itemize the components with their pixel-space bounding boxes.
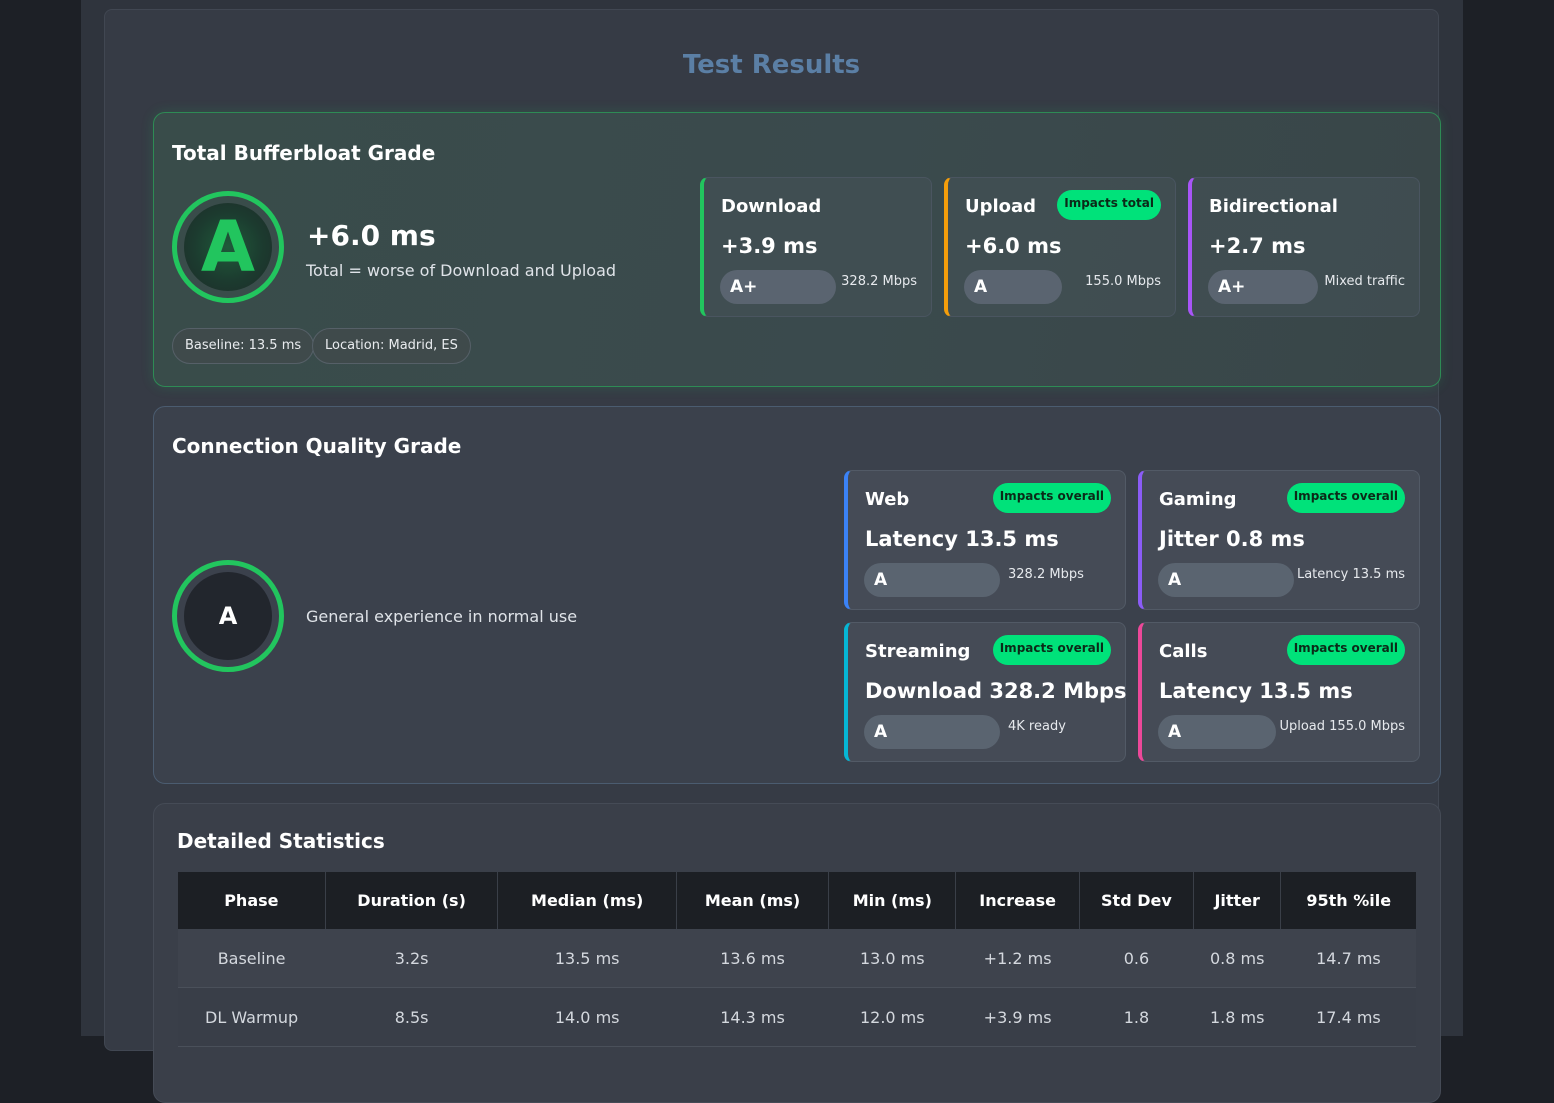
download-grade: A+ [720, 270, 836, 304]
bufferbloat-value: +6.0 ms [307, 219, 436, 252]
calls-note: Upload 155.0 Mbps [1279, 719, 1405, 734]
streaming-value: Download 328.2 Mbps [865, 679, 1127, 703]
bidirectional-card: Bidirectional +2.7 ms A+ Mixed traffic [1188, 177, 1420, 317]
gaming-card: Gaming Impacts overall Jitter 0.8 ms A L… [1138, 470, 1420, 610]
calls-value: Latency 13.5 ms [1159, 679, 1353, 703]
gaming-note: Latency 13.5 ms [1296, 567, 1405, 582]
bufferbloat-grade-ring: A [172, 191, 284, 303]
bidirectional-title: Bidirectional [1209, 196, 1338, 217]
upload-note: 155.0 Mbps [1085, 274, 1161, 289]
web-grade: A [864, 563, 1000, 597]
table-cell: 14.0 ms [497, 987, 677, 1047]
bidirectional-note: Mixed traffic [1324, 274, 1405, 289]
download-note: 328.2 Mbps [841, 274, 917, 289]
connection-quality-card: Connection Quality Grade A General exper… [153, 406, 1441, 784]
col-min: Min (ms) [828, 872, 957, 929]
col-jitter: Jitter [1193, 872, 1282, 929]
connection-grade-ring: A [172, 560, 284, 672]
calls-card: Calls Impacts overall Latency 13.5 ms A … [1138, 622, 1420, 762]
table-cell: 0.8 ms [1193, 929, 1281, 988]
web-title: Web [865, 489, 910, 510]
gaming-title: Gaming [1159, 489, 1237, 510]
table-cell: 13.6 ms [676, 929, 829, 988]
bufferbloat-description: Total = worse of Download and Upload [306, 261, 617, 280]
download-title: Download [721, 196, 822, 217]
connection-grade: A [184, 572, 272, 660]
download-value: +3.9 ms [721, 234, 818, 258]
upload-grade: A [964, 270, 1062, 304]
table-cell: 8.5s [325, 987, 498, 1047]
upload-title: Upload [965, 196, 1037, 217]
connection-description: General experience in normal use [306, 607, 578, 626]
app-window: Test Results Total Bufferbloat Grade A +… [81, 0, 1463, 1103]
table-cell: 3.2s [325, 929, 498, 988]
table-cell: 13.0 ms [828, 929, 956, 988]
statistics-header-row: Phase Duration (s) Median (ms) Mean (ms)… [178, 872, 1416, 929]
col-increase: Increase [955, 872, 1080, 929]
gaming-impacts-badge: Impacts overall [1286, 483, 1405, 513]
web-impacts-badge: Impacts overall [992, 483, 1111, 513]
statistics-table: Phase Duration (s) Median (ms) Mean (ms)… [178, 872, 1416, 1047]
table-cell: +3.9 ms [955, 987, 1080, 1047]
web-value: Latency 13.5 ms [865, 527, 1059, 551]
col-duration: Duration (s) [325, 872, 499, 929]
table-cell: 17.4 ms [1280, 987, 1416, 1047]
table-cell: 12.0 ms [828, 987, 956, 1047]
bufferbloat-grade: A [184, 203, 272, 291]
upload-impacts-badge: Impacts total [1057, 190, 1161, 220]
col-95th: 95th %ile [1280, 872, 1416, 929]
table-cell: 1.8 [1079, 987, 1194, 1047]
bidirectional-grade: A+ [1208, 270, 1318, 304]
streaming-card: Streaming Impacts overall Download 328.2… [844, 622, 1127, 762]
gaming-value: Jitter 0.8 ms [1159, 527, 1305, 551]
streaming-note: 4K ready [1008, 719, 1066, 734]
streaming-grade: A [864, 715, 1000, 749]
baseline-pill: Baseline: 13.5 ms [172, 328, 315, 364]
upload-card: Upload Impacts total +6.0 ms A 155.0 Mbp… [944, 177, 1176, 317]
results-panel: Test Results Total Bufferbloat Grade A +… [104, 9, 1441, 1103]
table-cell: 14.7 ms [1280, 929, 1416, 988]
table-cell: 0.6 [1079, 929, 1194, 988]
table-row: Baseline 3.2s 13.5 ms 13.6 ms 13.0 ms +1… [178, 929, 1416, 988]
connection-quality-title: Connection Quality Grade [172, 434, 462, 458]
web-note: 328.2 Mbps [1008, 567, 1084, 582]
download-card: Download +3.9 ms A+ 328.2 Mbps [700, 177, 932, 317]
col-median: Median (ms) [497, 872, 677, 929]
upload-value: +6.0 ms [965, 234, 1062, 258]
streaming-title: Streaming [865, 641, 971, 662]
calls-title: Calls [1159, 641, 1208, 662]
page-title: Test Results [682, 50, 861, 80]
gaming-grade: A [1158, 563, 1294, 597]
table-cell: DL Warmup [178, 987, 326, 1047]
col-std-dev: Std Dev [1079, 872, 1195, 929]
bidirectional-value: +2.7 ms [1209, 234, 1306, 258]
table-cell: Baseline [178, 929, 326, 988]
calls-impacts-badge: Impacts overall [1286, 635, 1405, 665]
detailed-statistics-card: Detailed Statistics Phase Duration (s) M… [153, 803, 1441, 1103]
detailed-statistics-title: Detailed Statistics [177, 829, 385, 853]
bufferbloat-title: Total Bufferbloat Grade [172, 141, 436, 165]
table-cell: 13.5 ms [497, 929, 677, 988]
table-row: DL Warmup 8.5s 14.0 ms 14.3 ms 12.0 ms +… [178, 987, 1416, 1047]
location-pill: Location: Madrid, ES [312, 328, 471, 364]
col-mean: Mean (ms) [676, 872, 830, 929]
bufferbloat-card: Total Bufferbloat Grade A +6.0 ms Total … [153, 112, 1441, 387]
col-phase: Phase [178, 872, 326, 929]
calls-grade: A [1158, 715, 1276, 749]
table-cell: +1.2 ms [955, 929, 1080, 988]
streaming-impacts-badge: Impacts overall [992, 635, 1111, 665]
table-cell: 1.8 ms [1193, 987, 1281, 1047]
web-card: Web Impacts overall Latency 13.5 ms A 32… [844, 470, 1126, 610]
table-cell: 14.3 ms [676, 987, 829, 1047]
